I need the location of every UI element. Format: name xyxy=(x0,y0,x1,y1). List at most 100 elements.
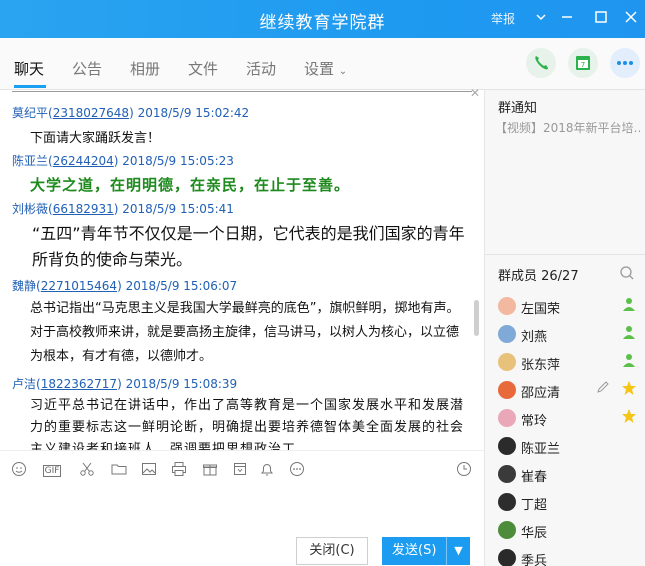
sender-qq[interactable]: 26244204 xyxy=(53,154,114,168)
member-item[interactable]: 邵应清 xyxy=(498,380,638,402)
group-notice-text[interactable]: 【视频】2018年新平台培… xyxy=(495,119,640,136)
calendar-icon[interactable] xyxy=(231,461,249,477)
member-name: 季兵 xyxy=(521,554,548,566)
message-text: 总书记指出“马克思主义是我国大学最鲜亮的底色”，旗帜鲜明，掷地有声。对于高校教师… xyxy=(30,301,460,364)
input-toolbar: GIF xyxy=(0,450,484,486)
avatar xyxy=(498,409,516,427)
tab-files[interactable]: 文件 xyxy=(188,58,218,79)
report-link[interactable]: 举报 xyxy=(491,10,515,27)
sender-name[interactable]: 陈亚兰 xyxy=(12,154,48,168)
more-options-button[interactable] xyxy=(610,48,640,78)
svg-text:7: 7 xyxy=(581,61,585,69)
title-bar: 继续教育学院群 举报 xyxy=(0,0,645,38)
chat-scrollbar[interactable] xyxy=(474,300,479,336)
avatar xyxy=(498,353,516,371)
sender-qq[interactable]: 2318027648 xyxy=(53,106,129,120)
sender-qq[interactable]: 1822362717 xyxy=(41,377,117,391)
member-item[interactable]: 常玲 xyxy=(498,408,638,430)
member-name: 陈亚兰 xyxy=(521,442,561,457)
emoji-icon[interactable] xyxy=(10,461,28,477)
minimize-icon[interactable] xyxy=(556,8,578,30)
avatar xyxy=(498,325,516,343)
members-title: 群成员 26/27 xyxy=(498,269,579,284)
sender-qq[interactable]: 66182931 xyxy=(53,202,114,216)
folder-icon[interactable] xyxy=(110,461,128,477)
history-icon[interactable] xyxy=(455,461,473,477)
member-item[interactable]: 季兵 xyxy=(498,548,638,566)
member-name: 左国荣 xyxy=(521,302,561,317)
send-options-button[interactable]: ▼ xyxy=(446,537,470,565)
tab-settings-label: 设置 xyxy=(304,60,335,78)
tab-settings[interactable]: 设置 ⌄ xyxy=(304,58,347,79)
member-item[interactable]: 华辰 xyxy=(498,520,638,542)
chevron-down-icon[interactable] xyxy=(530,8,552,30)
tab-announcements[interactable]: 公告 xyxy=(72,58,102,79)
group-notice-title: 群通知 xyxy=(498,101,538,116)
edit-icon[interactable] xyxy=(594,380,612,398)
message-input[interactable] xyxy=(0,486,484,536)
chat-history[interactable]: 莫纪平(2318027648) 2018/5/9 15:02:42 下面请大家踊… xyxy=(0,90,484,450)
active-tab-indicator xyxy=(14,85,46,88)
sender-name[interactable]: 刘彬薇 xyxy=(12,202,48,216)
close-icon[interactable]: ✕ xyxy=(470,86,480,100)
message-text: 下面请大家踊跃发言！ xyxy=(30,131,161,146)
gift-icon[interactable] xyxy=(201,461,219,477)
call-button[interactable] xyxy=(526,48,556,78)
tab-album[interactable]: 相册 xyxy=(130,58,160,79)
schedule-button[interactable]: 7 xyxy=(568,48,598,78)
member-item[interactable]: 丁超 xyxy=(498,492,638,514)
tab-chat[interactable]: 聊天 xyxy=(14,58,44,79)
star-icon xyxy=(620,408,638,426)
tab-bar: 聊天 公告 相册 文件 活动 设置 ⌄ 7 xyxy=(0,38,645,90)
admin-icon xyxy=(620,352,638,370)
member-item[interactable]: 刘燕 xyxy=(498,324,638,346)
message-time: 2018/5/9 15:02:42 xyxy=(137,106,250,120)
image-icon[interactable] xyxy=(140,461,158,477)
admin-icon xyxy=(620,296,638,314)
message-header: 卢洁(1822362717) 2018/5/9 15:08:39 xyxy=(12,377,238,391)
maximize-icon[interactable] xyxy=(590,8,612,30)
calendar-icon: 7 xyxy=(576,56,590,70)
message-time: 2018/5/9 15:05:23 xyxy=(122,154,234,168)
star-icon xyxy=(620,380,638,398)
print-icon[interactable] xyxy=(170,461,188,477)
sender-name[interactable]: 莫纪平 xyxy=(12,106,48,120)
message-text: 大学之道，在明明德，在亲民，在止于至善。 xyxy=(30,176,351,194)
avatar xyxy=(498,493,516,511)
close-icon[interactable] xyxy=(620,8,642,30)
member-name: 张东萍 xyxy=(521,358,561,373)
truncated-line xyxy=(12,90,472,92)
gif-icon[interactable]: GIF xyxy=(40,461,64,477)
message-header: 陈亚兰(26244204) 2018/5/9 15:05:23 xyxy=(12,154,234,168)
message-text: 习近平总书记在讲话中，作出了高等教育是一个国家发展水平和发展潜力的重要标志这一鲜… xyxy=(30,398,465,450)
sender-qq[interactable]: 2271015464 xyxy=(41,279,117,293)
message-time: 2018/5/9 15:06:07 xyxy=(125,279,238,293)
avatar xyxy=(498,297,516,315)
avatar xyxy=(498,521,516,539)
sender-name[interactable]: 卢洁 xyxy=(12,377,36,391)
phone-icon xyxy=(535,56,548,70)
message-header: 魏静(2271015464) 2018/5/9 15:06:07 xyxy=(12,279,238,293)
chevron-down-icon: ▼ xyxy=(454,544,463,557)
scissors-icon[interactable] xyxy=(78,461,96,477)
member-item[interactable]: 崔春 xyxy=(498,464,638,486)
member-name: 崔春 xyxy=(521,470,548,485)
member-name: 丁超 xyxy=(521,498,548,513)
avatar xyxy=(498,465,516,483)
close-button[interactable]: 关闭(C) xyxy=(296,537,368,565)
more-icon[interactable] xyxy=(288,461,306,477)
member-name: 邵应清 xyxy=(521,386,561,401)
admin-icon xyxy=(620,324,638,342)
member-item[interactable]: 张东萍 xyxy=(498,352,638,374)
chevron-down-icon: ⌄ xyxy=(338,66,348,77)
member-item[interactable]: 左国荣 xyxy=(498,296,638,318)
member-item[interactable]: 陈亚兰 xyxy=(498,436,638,458)
message-time: 2018/5/9 15:05:41 xyxy=(122,202,234,216)
member-name: 常玲 xyxy=(521,414,548,429)
search-icon[interactable] xyxy=(619,265,635,284)
bell-icon[interactable] xyxy=(258,461,276,477)
tab-activities[interactable]: 活动 xyxy=(246,58,276,79)
message-text: “五四”青年节不仅仅是一个日期，它代表的是我们国家的青年所背负的使命与荣光。 xyxy=(32,224,465,269)
sender-name[interactable]: 魏静 xyxy=(12,279,36,293)
message-header: 莫纪平(2318027648) 2018/5/9 15:02:42 xyxy=(12,106,250,120)
